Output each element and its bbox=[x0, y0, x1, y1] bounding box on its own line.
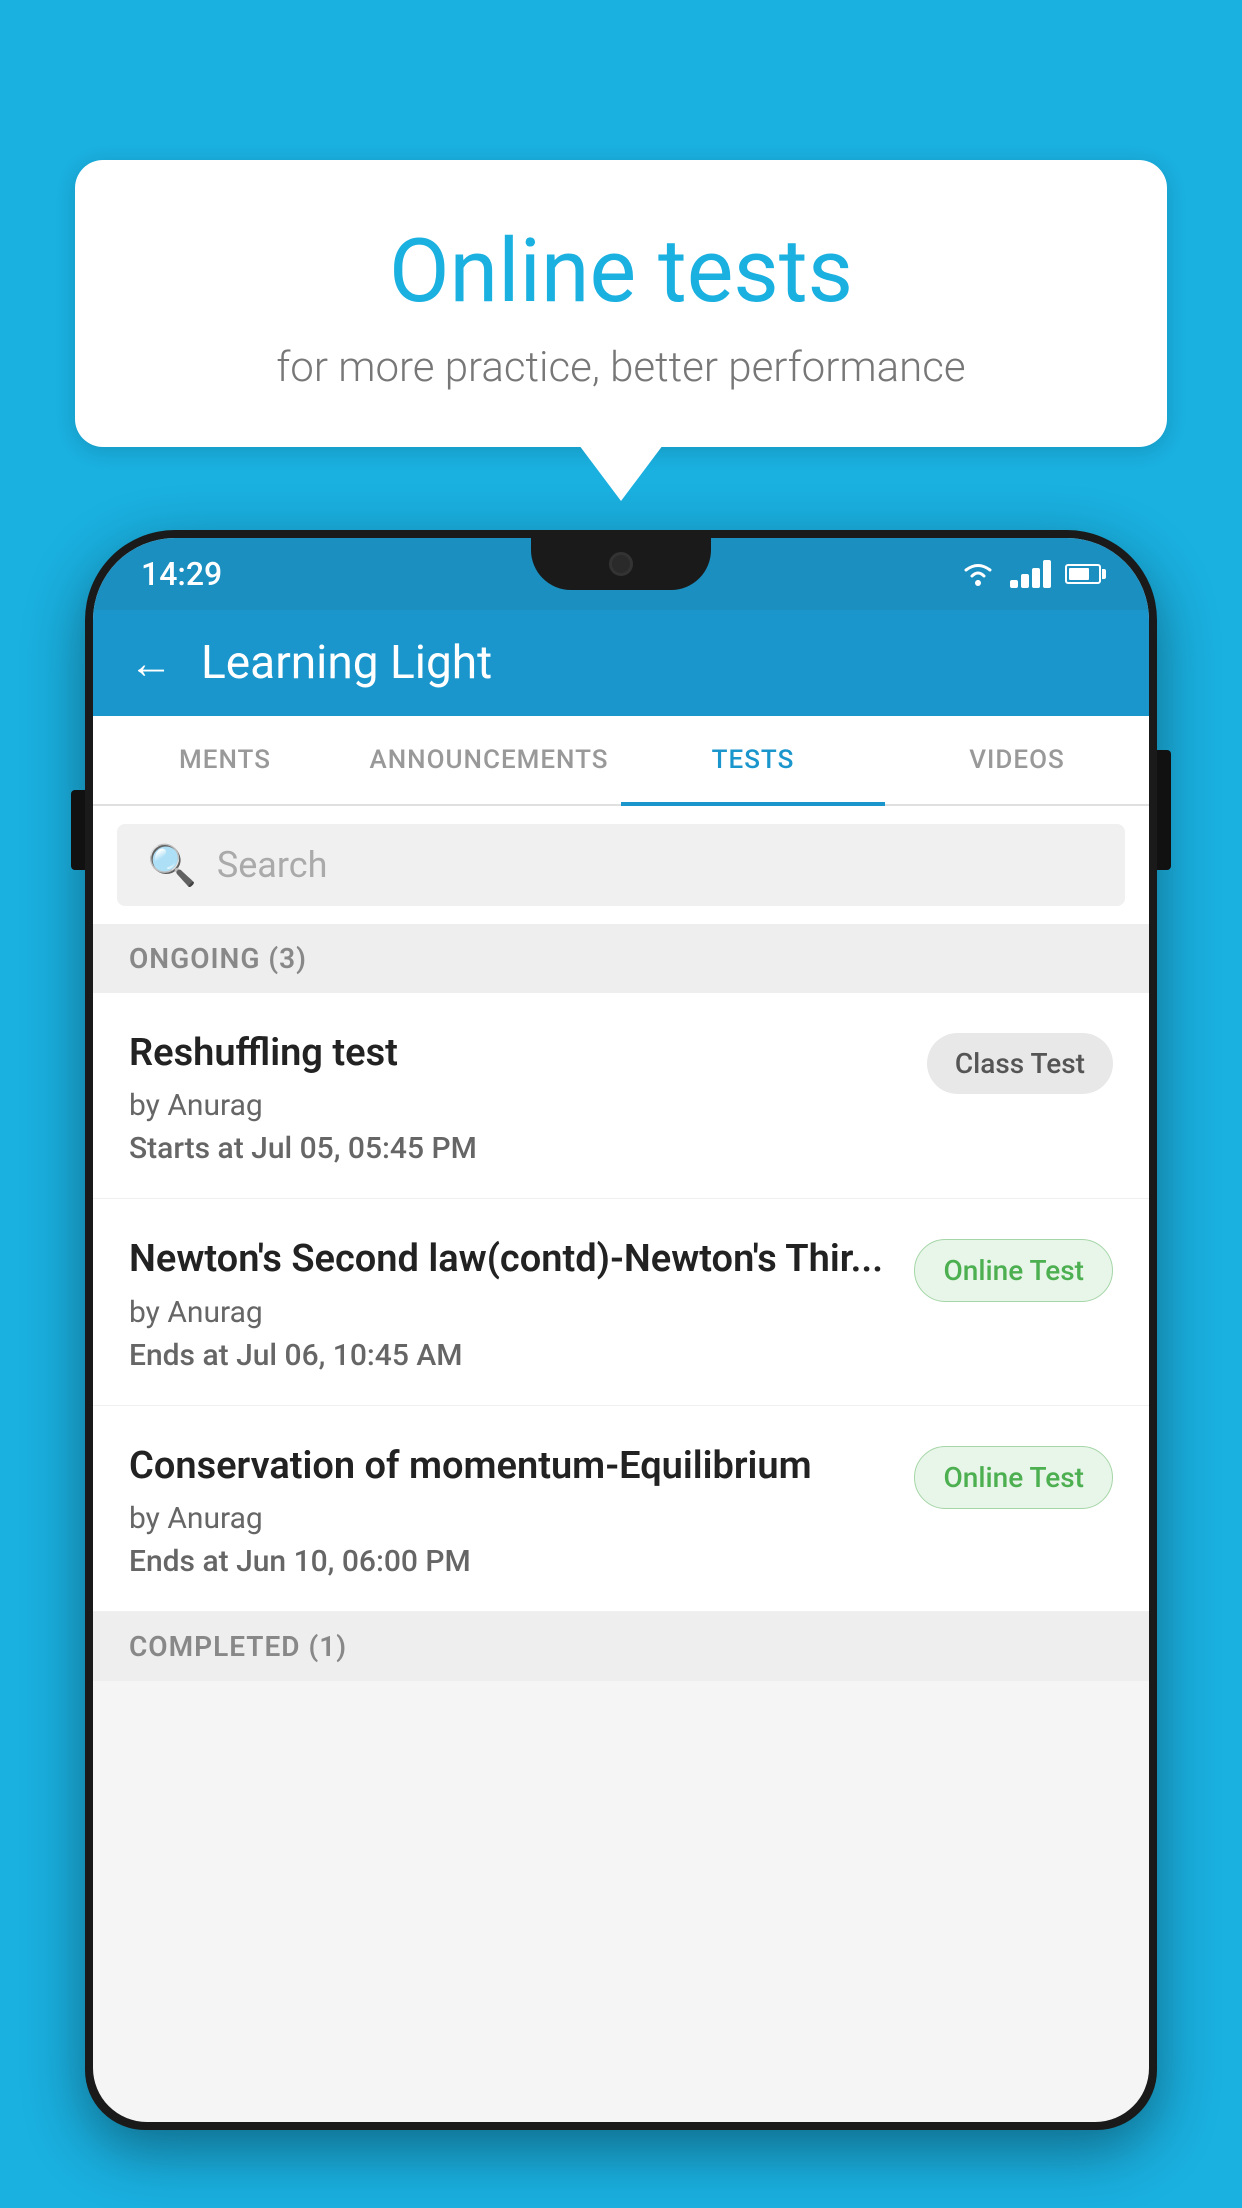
test-list: Reshuffling test by Anurag Starts at Jul… bbox=[93, 993, 1149, 1612]
test-item[interactable]: Reshuffling test by Anurag Starts at Jul… bbox=[93, 993, 1149, 1199]
search-container: 🔍 Search bbox=[93, 806, 1149, 924]
camera-icon bbox=[609, 552, 633, 576]
test-item-left: Conservation of momentum-Equilibrium by … bbox=[129, 1442, 914, 1579]
speech-bubble-arrow bbox=[579, 445, 663, 501]
speech-bubble-title: Online tests bbox=[145, 220, 1097, 323]
tab-announcements[interactable]: ANNOUNCEMENTS bbox=[357, 716, 621, 804]
test-item-date: Ends at Jul 06, 10:45 AM bbox=[129, 1338, 894, 1373]
back-button[interactable]: ← bbox=[129, 637, 173, 689]
status-icons bbox=[960, 560, 1101, 588]
test-item[interactable]: Newton's Second law(contd)-Newton's Thir… bbox=[93, 1199, 1149, 1405]
tab-videos[interactable]: VIDEOS bbox=[885, 716, 1149, 804]
status-time: 14:29 bbox=[141, 555, 222, 593]
wifi-icon bbox=[960, 560, 996, 588]
test-item[interactable]: Conservation of momentum-Equilibrium by … bbox=[93, 1406, 1149, 1612]
ongoing-section-header: ONGOING (3) bbox=[93, 924, 1149, 993]
search-input[interactable]: Search bbox=[217, 844, 328, 886]
test-item-author: by Anurag bbox=[129, 1501, 894, 1536]
test-item-date: Starts at Jul 05, 05:45 PM bbox=[129, 1131, 907, 1166]
completed-section-header: COMPLETED (1) bbox=[93, 1612, 1149, 1681]
notch bbox=[531, 538, 711, 590]
battery-icon bbox=[1065, 564, 1101, 584]
signal-icon bbox=[1010, 560, 1051, 588]
phone-screen: 14:29 bbox=[93, 538, 1149, 2122]
test-badge-online: Online Test bbox=[914, 1239, 1113, 1302]
test-item-left: Newton's Second law(contd)-Newton's Thir… bbox=[129, 1235, 914, 1372]
phone-container: 14:29 bbox=[85, 530, 1157, 2208]
test-badge-online: Online Test bbox=[914, 1446, 1113, 1509]
tab-ments[interactable]: MENTS bbox=[93, 716, 357, 804]
speech-bubble-subtitle: for more practice, better performance bbox=[145, 343, 1097, 392]
status-bar: 14:29 bbox=[93, 538, 1149, 610]
test-item-title: Newton's Second law(contd)-Newton's Thir… bbox=[129, 1235, 894, 1284]
tab-tests[interactable]: TESTS bbox=[621, 716, 885, 804]
search-bar[interactable]: 🔍 Search bbox=[117, 824, 1125, 906]
speech-bubble: Online tests for more practice, better p… bbox=[75, 160, 1167, 447]
app-bar: ← Learning Light bbox=[93, 610, 1149, 716]
speech-bubble-container: Online tests for more practice, better p… bbox=[75, 160, 1167, 501]
test-item-title: Conservation of momentum-Equilibrium bbox=[129, 1442, 894, 1491]
test-item-author: by Anurag bbox=[129, 1295, 894, 1330]
test-item-author: by Anurag bbox=[129, 1088, 907, 1123]
test-item-left: Reshuffling test by Anurag Starts at Jul… bbox=[129, 1029, 927, 1166]
search-icon: 🔍 bbox=[147, 842, 197, 889]
phone-outer: 14:29 bbox=[85, 530, 1157, 2130]
tabs-container: MENTS ANNOUNCEMENTS TESTS VIDEOS bbox=[93, 716, 1149, 806]
test-item-title: Reshuffling test bbox=[129, 1029, 907, 1078]
test-item-date: Ends at Jun 10, 06:00 PM bbox=[129, 1544, 894, 1579]
app-bar-title: Learning Light bbox=[201, 636, 492, 690]
test-badge-class: Class Test bbox=[927, 1033, 1113, 1094]
